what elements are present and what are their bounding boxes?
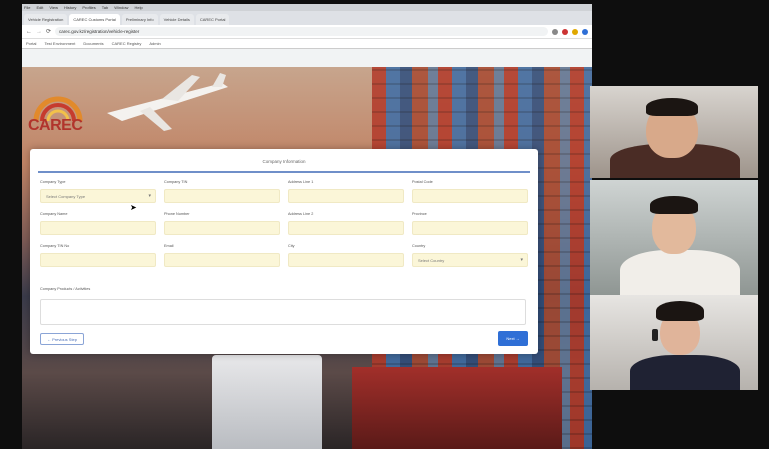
- previous-step-button[interactable]: ← Previous Step: [40, 333, 84, 345]
- field-label: Address Line 1: [288, 180, 314, 184]
- phone-number-input[interactable]: [164, 221, 280, 235]
- back-icon[interactable]: ←: [26, 29, 32, 35]
- menu-history[interactable]: History: [64, 5, 76, 10]
- company-type-select[interactable]: Select Company Type: [40, 189, 156, 203]
- field-label: Phone Number: [164, 212, 190, 216]
- carec-logo-text: CAREC: [28, 117, 83, 134]
- extension-icon[interactable]: [572, 28, 578, 35]
- forward-icon[interactable]: →: [36, 29, 42, 35]
- menu-help[interactable]: Help: [134, 5, 142, 10]
- field-label: Province: [412, 212, 427, 216]
- profile-icon[interactable]: [582, 28, 588, 35]
- country-select[interactable]: Select Country: [412, 253, 528, 267]
- portal-page: CAREC Company Information Company Type S…: [22, 67, 592, 449]
- products-activities-textarea[interactable]: [40, 299, 526, 325]
- bookmark-item[interactable]: Test Environment: [44, 41, 75, 46]
- field-label: Email: [164, 244, 174, 248]
- browser-tab[interactable]: Vehicle Registration: [24, 14, 68, 25]
- field-label: Company Products / Activities: [40, 287, 91, 291]
- menu-window[interactable]: Window: [114, 5, 128, 10]
- city-input[interactable]: [288, 253, 404, 267]
- field-label: Country: [412, 244, 426, 248]
- address-line-2-input[interactable]: [288, 221, 404, 235]
- company-info-modal: Company Information Company Type Select …: [30, 149, 538, 354]
- field-label: Company Name: [40, 212, 68, 216]
- url-field[interactable]: carec.gov.kz/registration/vehicle-regist…: [55, 27, 548, 36]
- bookmark-item[interactable]: Portal: [26, 41, 36, 46]
- company-name-input[interactable]: [40, 221, 156, 235]
- menu-tab[interactable]: Tab: [102, 5, 108, 10]
- company-tin-input[interactable]: [164, 189, 280, 203]
- participant-hair: [646, 98, 698, 116]
- company-tin-no-input[interactable]: [40, 253, 156, 267]
- field-label: Company TIN No: [40, 244, 70, 248]
- bookmarks-bar: Portal Test Environment Documents CAREC …: [22, 39, 592, 49]
- browser-tab[interactable]: CAREC Portal: [195, 14, 230, 25]
- participant-video-3[interactable]: [590, 295, 758, 390]
- extension-icon[interactable]: [562, 28, 568, 35]
- bookmark-item[interactable]: Documents: [83, 41, 103, 46]
- browser-tab-active[interactable]: CAREC Customs Portal: [69, 14, 120, 25]
- truck-image: [212, 355, 322, 449]
- postal-code-input[interactable]: [412, 189, 528, 203]
- modal-title: Company Information: [262, 159, 306, 164]
- modal-divider: [38, 171, 530, 173]
- menu-view[interactable]: View: [49, 5, 58, 10]
- menu-bar: File Edit View History Profiles Tab Wind…: [22, 4, 592, 11]
- field-label: Company TIN: [164, 180, 188, 184]
- tab-bar: Vehicle Registration CAREC Customs Porta…: [22, 11, 592, 25]
- menu-profiles[interactable]: Profiles: [82, 5, 95, 10]
- menu-edit[interactable]: Edit: [36, 5, 43, 10]
- extension-icon[interactable]: [552, 28, 558, 35]
- menu-file[interactable]: File: [24, 5, 30, 10]
- meeting-screen: File Edit View History Profiles Tab Wind…: [0, 0, 769, 449]
- next-button[interactable]: Next →: [498, 331, 528, 346]
- mouse-cursor-icon: ➤: [130, 203, 137, 212]
- province-input[interactable]: [412, 221, 528, 235]
- airplane-image: [107, 73, 228, 131]
- address-line-1-input[interactable]: [288, 189, 404, 203]
- field-label: Address Line 2: [288, 212, 314, 216]
- browser-tab[interactable]: Vehicle Details: [159, 14, 194, 25]
- headset-icon: [652, 329, 658, 341]
- participant-body: [620, 250, 740, 295]
- browser-tab[interactable]: Preliminary Info: [121, 14, 158, 25]
- email-input[interactable]: [164, 253, 280, 267]
- bookmark-item[interactable]: Admin: [149, 41, 160, 46]
- field-label: Postal Code: [412, 180, 433, 184]
- participant-body: [630, 355, 740, 390]
- field-label: Company Type: [40, 180, 66, 184]
- reload-icon[interactable]: ⟳: [46, 28, 51, 35]
- field-label: City: [288, 244, 295, 248]
- participant-hair: [650, 196, 698, 214]
- bookmark-item[interactable]: CAREC Registry: [112, 41, 142, 46]
- container-truck-image: [352, 367, 562, 449]
- participant-video-2[interactable]: [590, 180, 758, 295]
- address-bar: ← → ⟳ carec.gov.kz/registration/vehicle-…: [22, 25, 592, 39]
- shared-browser-window: File Edit View History Profiles Tab Wind…: [22, 4, 592, 449]
- participant-hair: [656, 301, 704, 321]
- participant-video-1[interactable]: [590, 86, 758, 178]
